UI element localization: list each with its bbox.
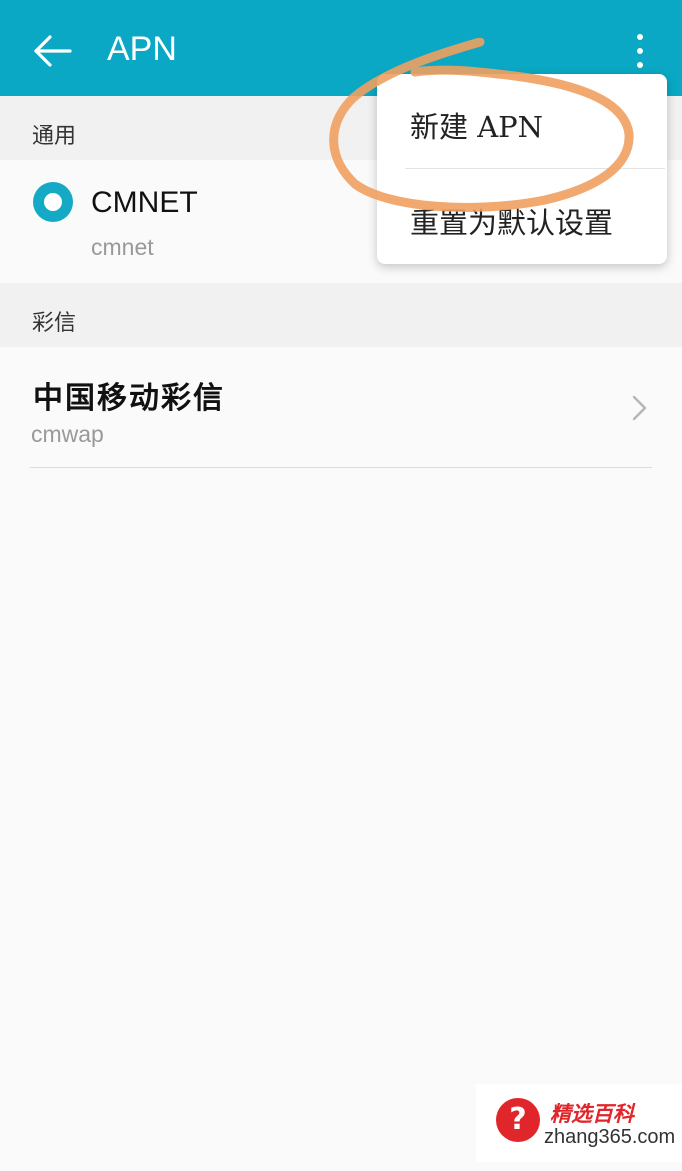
apn-name: 中国移动彩信 [33,381,225,416]
menu-item-label: 新建 APN [410,110,544,144]
back-button[interactable] [28,30,76,74]
list-divider [30,467,652,468]
arrow-left-icon [34,35,72,67]
menu-divider [405,168,665,169]
question-icon: ? [496,1098,540,1142]
overflow-menu: 新建 APN 重置为默认设置 [377,74,667,264]
watermark-logo: ? 精选百科 zhang365.com [476,1084,682,1162]
overflow-menu-button[interactable] [624,30,656,72]
radio-selected-icon[interactable] [33,182,73,222]
section-label-general: 通用 [32,124,77,149]
more-vertical-icon-dot [637,62,643,68]
watermark-domain: zhang365.com [544,1126,676,1148]
apn-value: cmwap [31,421,104,447]
section-label-mms: 彩信 [32,311,77,336]
apn-item-mms[interactable]: 中国移动彩信 cmwap [0,347,682,468]
more-vertical-icon [637,34,643,40]
more-vertical-icon-dot [637,48,643,54]
menu-item-label: 重置为默认设置 [410,206,614,240]
radio-inner [44,193,62,211]
chevron-right-icon[interactable] [628,392,650,424]
apn-name: CMNET [91,186,198,219]
menu-item-new-apn[interactable]: 新建 APN [377,74,667,166]
apn-value: cmnet [91,234,154,260]
watermark-brand: 精选百科 [550,1102,634,1126]
section-header-mms: 彩信 [0,283,682,347]
page-title: APN [107,30,177,68]
menu-item-reset-default[interactable]: 重置为默认设置 [377,172,667,264]
